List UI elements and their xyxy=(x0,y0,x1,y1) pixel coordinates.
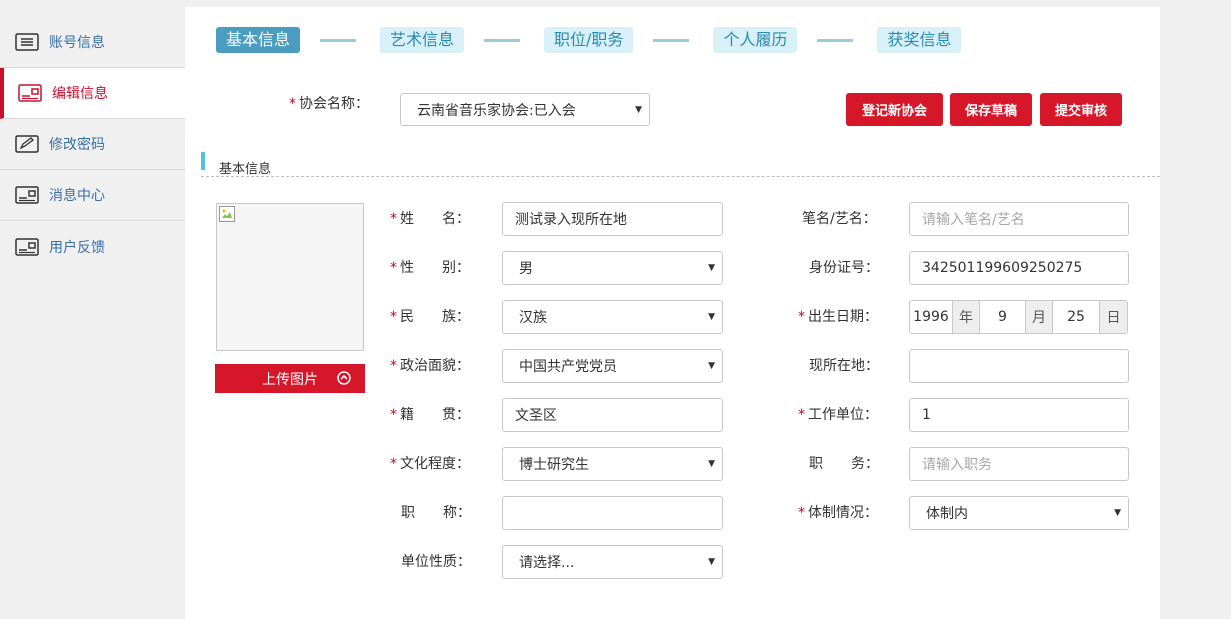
political-status-label: * 政治面貌： xyxy=(390,358,470,374)
work-unit-input[interactable]: 1 xyxy=(909,398,1129,432)
current-location-label: 现所在地： xyxy=(809,358,879,374)
required-mark: * xyxy=(390,407,397,423)
section-title: 基本信息 xyxy=(219,162,272,177)
step-awards[interactable]: 获奖信息 xyxy=(877,27,962,53)
sidebar-item-label: 用户反馈 xyxy=(49,239,105,256)
work-unit-label: * 工作单位： xyxy=(798,407,878,423)
caret-down-icon: ▼ xyxy=(708,557,715,567)
register-association-button[interactable]: 登记新协会 xyxy=(846,93,943,126)
step-connector xyxy=(653,38,690,42)
native-place-label: * 籍 贯： xyxy=(390,407,470,423)
main-panel: 基本信息 艺术信息 职位/职务 个人履历 获奖信息 * 协会名称： 云南省音乐家协… xyxy=(185,7,1160,619)
professional-title-input[interactable] xyxy=(502,496,723,530)
sidebar-item-label: 修改密码 xyxy=(49,137,105,153)
upload-image-button[interactable]: 上传图片 xyxy=(215,364,365,393)
sidebar-item-account-info[interactable]: 账号信息 xyxy=(0,17,185,68)
sidebar-item-message-center[interactable]: 消息中心 xyxy=(0,170,185,221)
caret-down-icon: ▼ xyxy=(708,263,715,273)
gender-select[interactable]: 男 ▼ xyxy=(502,251,723,285)
step-nav: 基本信息 艺术信息 职位/职务 个人履历 获奖信息 xyxy=(216,27,962,53)
caret-down-icon: ▼ xyxy=(708,361,715,371)
list-icon xyxy=(15,33,39,51)
required-mark: * xyxy=(798,505,805,521)
required-mark: * xyxy=(390,211,397,227)
caret-down-icon: ▼ xyxy=(1114,508,1121,518)
step-connector xyxy=(320,38,357,42)
step-connector xyxy=(817,38,854,42)
system-status-select[interactable]: 体制内 ▼ xyxy=(909,496,1129,530)
pen-name-label: 笔名/艺名： xyxy=(802,211,877,227)
position-input[interactable]: 请输入职务 xyxy=(909,447,1129,481)
sidebar-item-label: 消息中心 xyxy=(49,188,105,204)
sidebar: 账号信息 编辑信息 修改密码 消息中心 用户反馈 xyxy=(0,17,185,272)
pen-name-input[interactable]: 请输入笔名/艺名 xyxy=(909,202,1129,236)
save-draft-button[interactable]: 保存草稿 xyxy=(950,93,1032,126)
day-unit: 日 xyxy=(1099,301,1127,333)
step-connector xyxy=(484,38,521,42)
required-mark: * xyxy=(798,407,805,423)
association-label: * 协会名称： xyxy=(289,96,369,112)
caret-down-icon: ▼ xyxy=(708,312,715,322)
birth-date-group: 1996 年 9 月 25 日 xyxy=(909,300,1128,334)
caret-down-icon: ▼ xyxy=(635,104,642,115)
card-icon xyxy=(15,186,39,204)
education-label: * 文化程度： xyxy=(390,456,470,472)
required-mark: * xyxy=(390,456,397,472)
sidebar-item-label: 编辑信息 xyxy=(52,86,108,102)
month-unit: 月 xyxy=(1025,301,1053,333)
photo-preview xyxy=(216,203,364,351)
association-select[interactable]: 云南省音乐家协会:已入会 ▼ xyxy=(400,93,650,126)
card-icon xyxy=(15,237,39,256)
submit-review-button[interactable]: 提交审核 xyxy=(1040,93,1122,126)
step-position[interactable]: 职位/职务 xyxy=(544,27,634,53)
ethnicity-select[interactable]: 汉族 ▼ xyxy=(502,300,723,334)
name-label: * 姓 名： xyxy=(390,211,470,227)
birth-year-input[interactable]: 1996 xyxy=(910,301,952,333)
gender-label: * 性 别： xyxy=(390,260,470,276)
required-mark: * xyxy=(390,309,397,325)
required-mark: * xyxy=(798,309,805,325)
sidebar-item-change-password[interactable]: 修改密码 xyxy=(0,119,185,170)
required-mark: * xyxy=(390,358,397,374)
system-status-label: * 体制情况： xyxy=(798,505,878,521)
education-select[interactable]: 博士研究生 ▼ xyxy=(502,447,723,481)
professional-title-label: 职 称： xyxy=(401,505,471,521)
political-status-select[interactable]: 中国共产党党员 ▼ xyxy=(502,349,723,383)
native-place-input[interactable]: 文圣区 xyxy=(502,398,723,432)
ethnicity-label: * 民 族： xyxy=(390,309,470,325)
id-number-label: 身份证号： xyxy=(809,260,879,276)
step-resume[interactable]: 个人履历 xyxy=(713,27,798,53)
card-icon xyxy=(18,84,42,102)
sidebar-item-edit-info[interactable]: 编辑信息 xyxy=(0,68,185,119)
upload-arrow-icon xyxy=(337,371,351,385)
section-divider xyxy=(201,176,1160,177)
current-location-input[interactable] xyxy=(909,349,1129,383)
required-mark: * xyxy=(390,260,397,276)
pencil-icon xyxy=(15,135,39,153)
id-number-input[interactable]: 342501199609250275 xyxy=(909,251,1129,285)
caret-down-icon: ▼ xyxy=(708,459,715,469)
position-label: 职 务： xyxy=(809,456,879,472)
broken-image-icon xyxy=(219,206,235,222)
unit-nature-label: 单位性质： xyxy=(401,554,471,570)
step-basic-info[interactable]: 基本信息 xyxy=(216,27,301,53)
name-input[interactable]: 测试录入现所在地 xyxy=(502,202,723,236)
unit-nature-select[interactable]: 请选择... ▼ xyxy=(502,545,723,579)
sidebar-item-label: 账号信息 xyxy=(49,35,105,51)
birth-date-label: * 出生日期： xyxy=(798,309,878,325)
step-art-info[interactable]: 艺术信息 xyxy=(380,27,465,53)
required-mark: * xyxy=(289,96,296,112)
birth-day-input[interactable]: 25 xyxy=(1053,301,1099,333)
section-accent-bar xyxy=(201,152,205,170)
year-unit: 年 xyxy=(952,301,980,333)
birth-month-input[interactable]: 9 xyxy=(980,301,1025,333)
sidebar-item-user-feedback[interactable]: 用户反馈 xyxy=(0,221,185,272)
